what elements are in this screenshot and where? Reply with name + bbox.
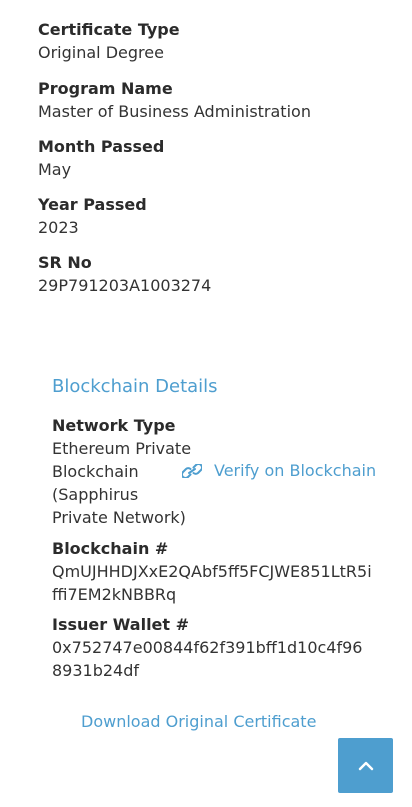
program-name-value: Master of Business Administration — [38, 102, 311, 121]
network-type-label: Network Type — [52, 416, 176, 435]
certificate-details-page: Certificate Type Original Degree Program… — [0, 0, 412, 807]
month-passed-value: May — [38, 160, 72, 179]
blockchain-hash-value: QmUJHHDJXxE2QAbf5ff5FCJWE851LtR5iffi7EM2… — [52, 562, 372, 604]
network-type-field: Network Type Ethereum Private Blockchain… — [52, 414, 192, 529]
issuer-wallet-label: Issuer Wallet # — [52, 615, 190, 634]
verify-on-blockchain-link[interactable]: Verify on Blockchain — [182, 459, 376, 482]
year-passed-value: 2023 — [38, 218, 79, 237]
program-name-field: Program Name Master of Business Administ… — [38, 77, 311, 123]
issuer-wallet-field: Issuer Wallet # 0x752747e00844f62f391bff… — [52, 613, 372, 682]
blockchain-hash-label: Blockchain # — [52, 539, 169, 558]
network-type-value: Ethereum Private Blockchain (Sapphirus P… — [52, 439, 192, 527]
certificate-type-field: Certificate Type Original Degree — [38, 18, 180, 64]
chevron-up-icon — [358, 756, 374, 775]
year-passed-label: Year Passed — [38, 195, 147, 214]
link-icon — [182, 463, 202, 478]
scroll-to-top-button[interactable] — [338, 738, 393, 793]
issuer-wallet-value: 0x752747e00844f62f391bff1d10c4f968931b24… — [52, 638, 363, 680]
year-passed-field: Year Passed 2023 — [38, 193, 147, 239]
sr-no-label: SR No — [38, 253, 92, 272]
verify-on-blockchain-label: Verify on Blockchain — [214, 461, 377, 480]
month-passed-label: Month Passed — [38, 137, 165, 156]
blockchain-details-heading: Blockchain Details — [52, 376, 218, 397]
sr-no-value: 29P791203A1003274 — [38, 276, 212, 295]
download-original-certificate-link[interactable]: Download Original Certificate — [81, 710, 316, 734]
sr-no-field: SR No 29P791203A1003274 — [38, 251, 211, 297]
certificate-type-value: Original Degree — [38, 43, 164, 62]
program-name-label: Program Name — [38, 79, 173, 98]
blockchain-hash-field: Blockchain # QmUJHHDJXxE2QAbf5ff5FCJWE85… — [52, 537, 372, 606]
certificate-type-label: Certificate Type — [38, 20, 180, 39]
month-passed-field: Month Passed May — [38, 135, 164, 181]
